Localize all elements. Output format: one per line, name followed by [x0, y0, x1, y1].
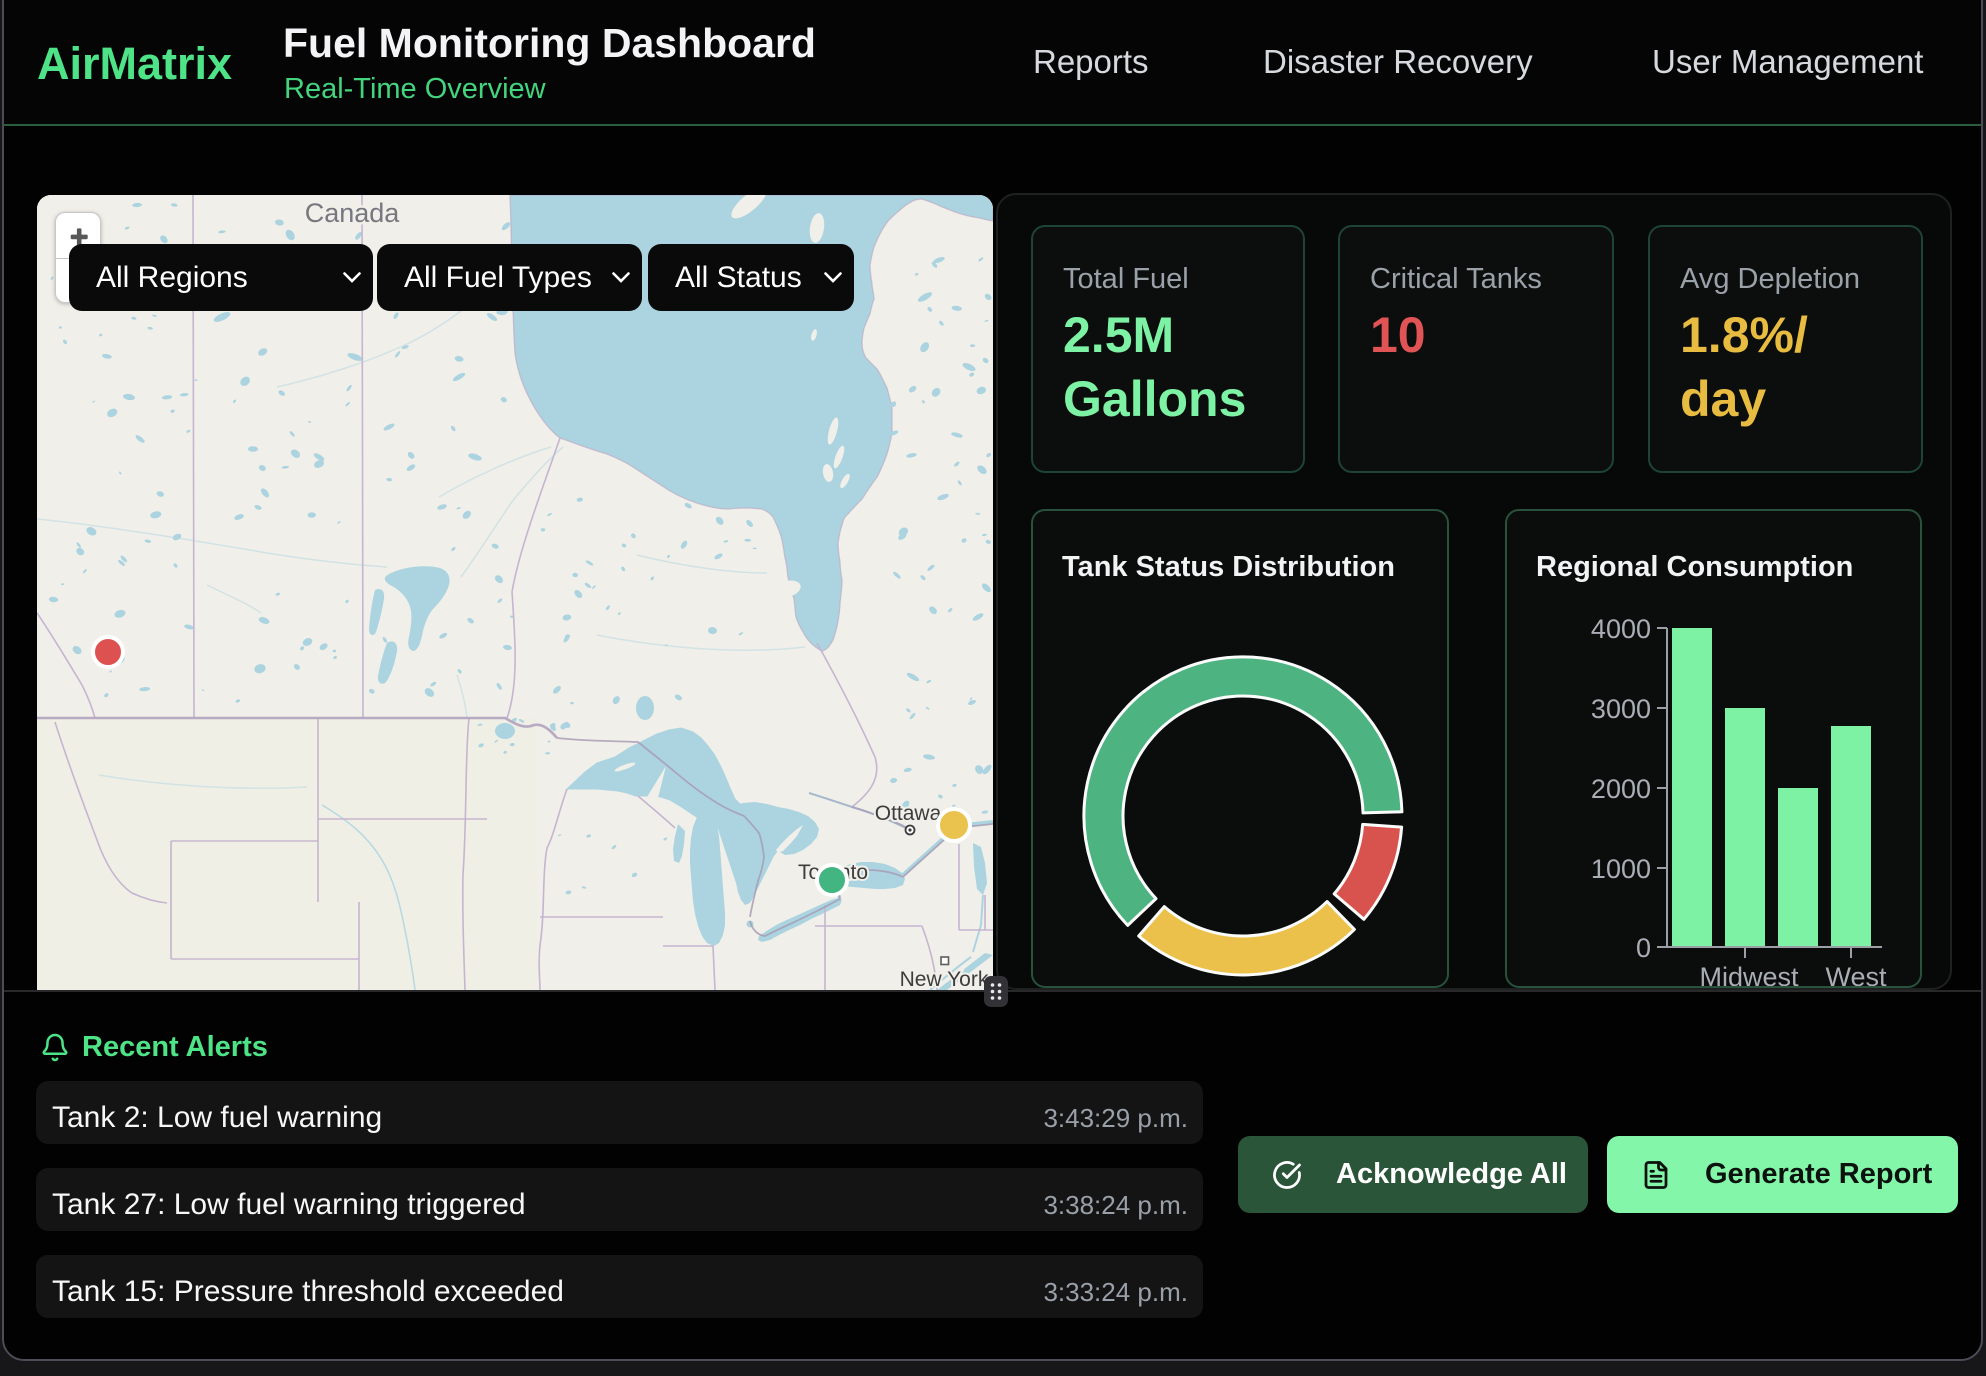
svg-text:Canada: Canada	[305, 198, 401, 228]
svg-text:4000: 4000	[1591, 614, 1651, 644]
svg-text:2000: 2000	[1591, 774, 1651, 804]
svg-text:Midwest: Midwest	[1699, 962, 1799, 986]
svg-text:1000: 1000	[1591, 854, 1651, 884]
svg-text:Ottawa: Ottawa	[875, 802, 942, 825]
svg-text:0: 0	[1636, 933, 1651, 963]
svg-text:New York: New York	[900, 968, 989, 990]
svg-text:West: West	[1825, 962, 1887, 986]
svg-text:3000: 3000	[1591, 694, 1651, 724]
